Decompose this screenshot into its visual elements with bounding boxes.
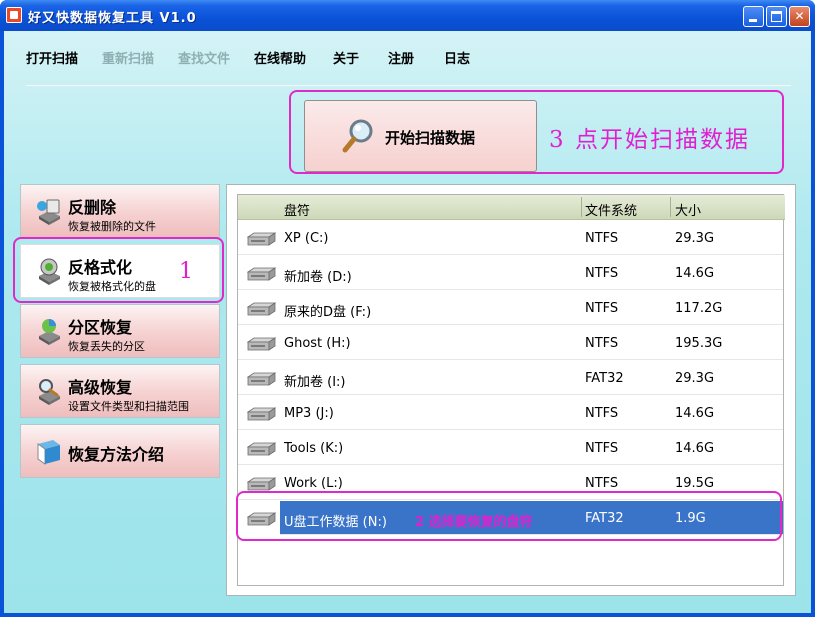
hard-drive-icon [246,442,276,456]
drive-row[interactable]: XP (C:) NTFS 29.3G [238,221,783,255]
minimize-button[interactable] [743,6,764,27]
drive-name: XP (C:) [284,231,329,246]
menu-about[interactable]: 关于 [333,48,359,67]
drive-name: Work (L:) [284,476,343,491]
drive-row[interactable]: Tools (K:) NTFS 14.6G [238,431,783,465]
menu-divider [26,85,791,87]
drive-size: 14.6G [675,266,715,281]
drive-row[interactable]: Ghost (H:) NTFS 195.3G [238,326,783,360]
maximize-button[interactable] [766,6,787,27]
undelete-icon [37,199,60,225]
window-title: 好又快数据恢复工具 V1.0 [28,11,197,26]
column-divider[interactable] [581,197,582,217]
menu-find-file[interactable]: 查找文件 [178,48,230,67]
sidebar-item-subtitle: 恢复丢失的分区 [68,340,145,353]
drive-list-header: 盘符 文件系统 大小 [238,195,785,220]
column-header-filesystem[interactable]: 文件系统 [585,200,637,219]
drive-filesystem: NTFS [585,441,619,456]
sidebar-item-title: 恢复方法介绍 [68,445,165,464]
annotation-step-3: 3 点开始扫描数据 [549,127,750,153]
hard-drive-icon [246,477,276,491]
menu-online-help[interactable]: 在线帮助 [254,48,306,67]
drive-size: 19.5G [675,476,715,491]
sidebar-item-advanced[interactable]: 高级恢复 设置文件类型和扫描范围 [20,364,220,418]
drive-size: 29.3G [675,371,715,386]
drive-name: Tools (K:) [284,441,344,456]
column-divider[interactable] [670,197,671,217]
sidebar-item-methods[interactable]: 恢复方法介绍 [20,424,220,478]
sidebar-item-partition[interactable]: 分区恢复 恢复丢失的分区 [20,304,220,358]
sidebar-item-subtitle: 恢复被删除的文件 [68,220,156,233]
menu-rescan[interactable]: 重新扫描 [102,48,154,67]
close-button[interactable]: ✕ [789,6,810,27]
drive-size: 195.3G [675,336,723,351]
app-icon [6,7,22,23]
advanced-icon [39,379,60,405]
menu-register[interactable]: 注册 [388,48,414,67]
drive-filesystem: NTFS [585,266,619,281]
column-header-size[interactable]: 大小 [675,200,701,219]
drive-size: 14.6G [675,406,715,421]
drive-filesystem: NTFS [585,406,619,421]
menu-log[interactable]: 日志 [444,48,470,67]
drive-filesystem: NTFS [585,301,619,316]
drive-row[interactable]: MP3 (J:) NTFS 14.6G [238,396,783,430]
sidebar-item-subtitle: 设置文件类型和扫描范围 [68,400,189,413]
menu-open-scan[interactable]: 打开扫描 [26,48,78,67]
partition-icon [39,319,60,345]
sidebar-item-undelete[interactable]: 反删除 恢复被删除的文件 [20,184,220,238]
minimize-icon [749,19,757,22]
hard-drive-icon [246,337,276,351]
drive-row[interactable]: 新加卷 (D:) NTFS 14.6G [238,256,783,290]
sidebar-item-title: 反删除 [68,198,117,217]
maximize-icon [771,11,782,22]
drive-size: 29.3G [675,231,715,246]
drive-highlight-box [236,491,782,541]
start-scan-button[interactable]: 开始扫描数据 [304,100,537,172]
drive-name: 新加卷 (D:) [284,270,352,285]
drive-row[interactable]: 新加卷 (I:) FAT32 29.3G [238,361,783,395]
drive-filesystem: NTFS [585,336,619,351]
sidebar-item-title: 高级恢复 [68,378,133,397]
hard-drive-icon [246,372,276,386]
drive-size: 117.2G [675,301,723,316]
hard-drive-icon [246,267,276,281]
drive-name: MP3 (J:) [284,406,334,421]
drive-filesystem: NTFS [585,476,619,491]
drive-name: Ghost (H:) [284,336,351,351]
start-scan-label: 开始扫描数据 [385,129,476,147]
hard-drive-icon [246,302,276,316]
annotation-step-1: 1 [179,259,193,284]
drive-name: 新加卷 (I:) [284,375,346,390]
drive-row[interactable]: 原来的D盘 (F:) NTFS 117.2G [238,291,783,325]
magnifier-icon [342,119,373,153]
drive-name: 原来的D盘 (F:) [284,305,372,320]
drive-size: 14.6G [675,441,715,456]
column-header-drive[interactable]: 盘符 [284,200,310,219]
drive-filesystem: FAT32 [585,371,624,386]
book-icon [37,440,60,465]
drive-filesystem: NTFS [585,231,619,246]
title-bar[interactable]: 好又快数据恢复工具 V1.0 ✕ [0,0,815,31]
hard-drive-icon [246,407,276,421]
hard-drive-icon [246,232,276,246]
sidebar-item-title: 分区恢复 [68,318,133,337]
